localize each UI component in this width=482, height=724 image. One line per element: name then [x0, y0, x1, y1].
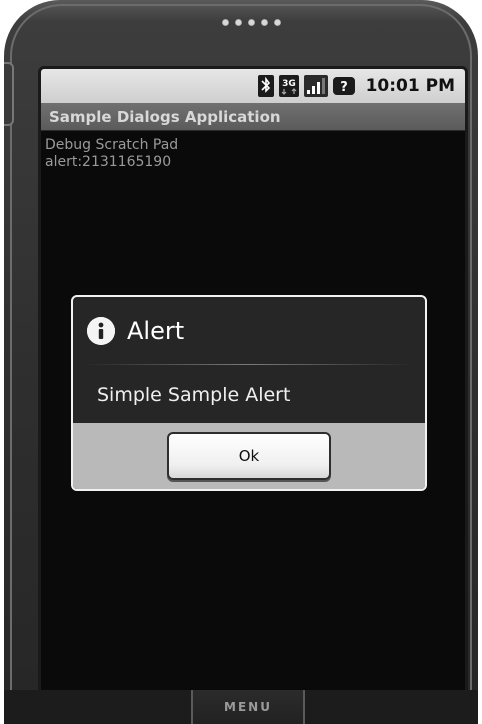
- status-time: 10:01 PM: [365, 76, 455, 96]
- app-content: Debug Scratch Pad alert:2131165190: [45, 137, 178, 171]
- dialog-button-bar: Ok: [73, 423, 425, 489]
- app-title-bar: Sample Dialogs Application: [41, 103, 465, 131]
- phone-screen: 3G ? 10:01 PM Sample Dialogs Application…: [38, 66, 468, 696]
- ok-button[interactable]: Ok: [167, 432, 331, 480]
- 3g-icon: 3G: [278, 75, 299, 97]
- dialog-message: Simple Sample Alert: [97, 384, 291, 406]
- svg-text:3G: 3G: [282, 79, 296, 89]
- menu-key[interactable]: MENU: [191, 690, 305, 724]
- notification-icon: ?: [332, 75, 355, 97]
- phone-device: 3G ? 10:01 PM Sample Dialogs Application…: [4, 0, 478, 724]
- content-line: alert:2131165190: [45, 154, 172, 170]
- info-icon: [87, 317, 115, 345]
- dialog-title: Alert: [127, 317, 185, 345]
- app-title: Sample Dialogs Application: [49, 107, 281, 126]
- side-volume-button[interactable]: [4, 62, 14, 126]
- svg-text:?: ?: [340, 80, 348, 95]
- dialog-header: Alert: [73, 297, 425, 365]
- device-bottom-bar: MENU: [4, 690, 478, 724]
- alert-dialog: Alert Simple Sample Alert Ok: [71, 295, 427, 491]
- speaker-grille: [222, 19, 281, 26]
- bluetooth-icon: [257, 75, 274, 97]
- status-bar: 3G ? 10:01 PM: [41, 69, 465, 103]
- signal-icon: [303, 75, 328, 97]
- content-line: Debug Scratch Pad: [45, 137, 179, 153]
